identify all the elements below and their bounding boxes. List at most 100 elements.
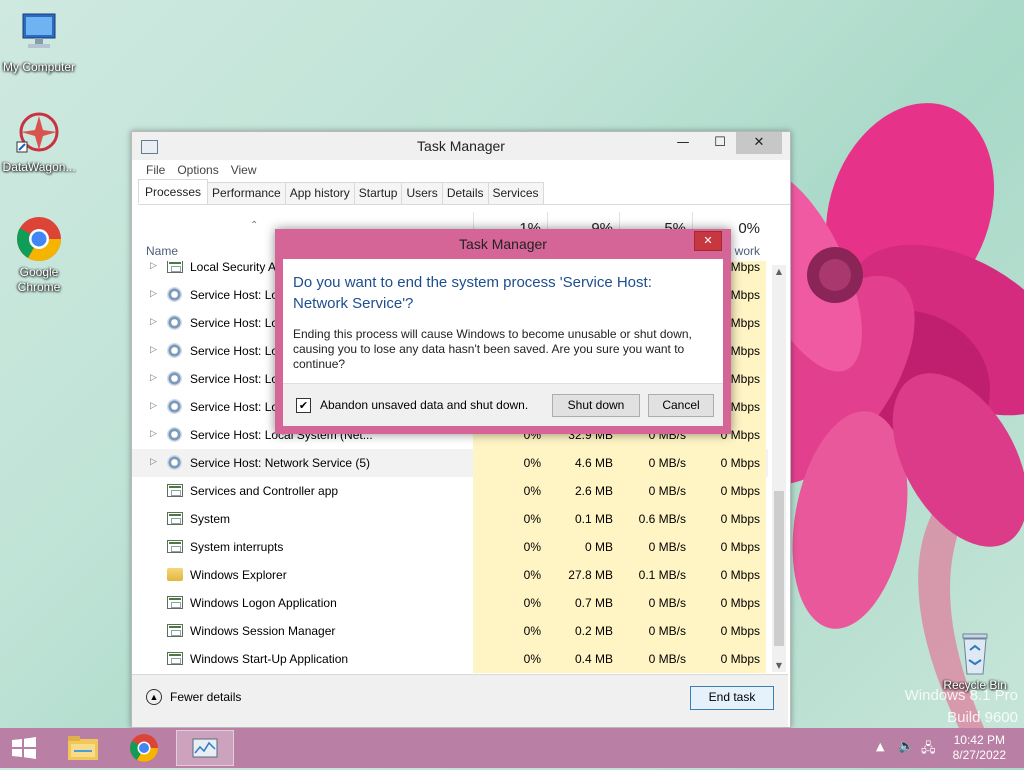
disk-value: 0 MB/s [619, 645, 692, 673]
start-button[interactable] [0, 730, 56, 766]
gear-icon [167, 427, 182, 442]
app-icon [167, 624, 183, 637]
scroll-down-icon[interactable]: ▼ [772, 661, 786, 670]
memory-value: 2.6 MB [547, 477, 619, 505]
network-icon[interactable]: 🖧 [921, 739, 936, 761]
cancel-button[interactable]: Cancel [648, 394, 714, 417]
taskbar-clock[interactable]: 10:42 PM 8/27/2022 [953, 733, 1006, 763]
gear-icon [167, 455, 182, 470]
tab-services[interactable]: Services [487, 182, 544, 204]
show-hidden-icons-icon[interactable]: ▲ [876, 740, 884, 753]
memory-value: 0.4 MB [547, 645, 619, 673]
process-row[interactable]: System 0% 0.1 MB 0.6 MB/s 0 Mbps [132, 505, 768, 533]
desktop-icon-recycle-bin[interactable]: Recycle Bin [935, 630, 1015, 693]
tab-processes[interactable]: Processes [138, 179, 209, 203]
menu-view[interactable]: View [225, 160, 263, 180]
process-name: Windows Session Manager [190, 624, 336, 638]
process-name: System interrupts [190, 540, 284, 554]
process-name: Service Host: Loc [190, 400, 285, 414]
close-button[interactable]: ✕ [736, 132, 782, 154]
expand-arrow-icon[interactable]: ▷ [150, 400, 157, 411]
abandon-data-checkbox[interactable]: ✔ [296, 398, 311, 413]
process-row[interactable]: System interrupts 0% 0 MB 0 MB/s 0 Mbps [132, 533, 768, 561]
process-row[interactable]: Windows Explorer 0% 27.8 MB 0.1 MB/s 0 Mbps [132, 561, 768, 589]
scroll-up-icon[interactable]: ▲ [772, 267, 786, 276]
tab-startup[interactable]: Startup [353, 182, 403, 204]
app-icon [167, 261, 183, 273]
process-name: Windows Explorer [190, 568, 287, 582]
expand-arrow-icon[interactable]: ▷ [150, 288, 157, 299]
expand-arrow-icon[interactable]: ▷ [150, 316, 157, 327]
desktop-icon-my-computer[interactable]: My Computer [0, 10, 79, 75]
menu-file[interactable]: File [140, 160, 171, 180]
desktop-icon-google-chrome[interactable]: Google Chrome [0, 215, 79, 295]
desktop-icon-label: DataWagon... [2, 160, 76, 174]
expand-arrow-icon[interactable]: ▷ [150, 344, 157, 355]
clock-date: 8/27/2022 [952, 748, 1006, 762]
title-bar[interactable]: Task Manager — ☐ ✕ [132, 132, 790, 160]
vertical-scrollbar[interactable]: ▲ ▼ [772, 265, 786, 672]
end-process-dialog: Task Manager ✕ Do you want to end the sy… [275, 229, 731, 434]
dialog-detail-text: Ending this process will cause Windows t… [293, 327, 692, 371]
chrome-icon [15, 215, 63, 263]
computer-icon [15, 10, 63, 58]
column-header-name[interactable]: Name [146, 244, 178, 258]
end-task-button[interactable]: End task [690, 686, 774, 710]
dialog-title: Task Manager [459, 236, 547, 252]
network-value: 0 Mbps [692, 477, 766, 505]
cpu-value: 0% [473, 589, 547, 617]
process-row[interactable]: Services and Controller app 0% 2.6 MB 0 MB/… [132, 477, 768, 505]
gear-icon [167, 399, 182, 414]
process-row[interactable]: ▷ Service Host: Network Service (5) 0% 4.6 … [132, 449, 768, 477]
shut-down-button[interactable]: Shut down [552, 394, 640, 417]
maximize-button[interactable]: ☐ [705, 132, 735, 154]
chevron-up-circle-icon: ▲ [146, 689, 162, 705]
volume-muted-icon[interactable]: 🔈 [898, 739, 914, 754]
network-value: 0 Mbps [692, 561, 766, 589]
process-row[interactable]: Windows Session Manager 0% 0.2 MB 0 MB/s 0 M… [132, 617, 768, 645]
footer-bar: ▲ Fewer details End task [132, 674, 788, 727]
expand-arrow-icon[interactable]: ▷ [150, 428, 157, 439]
expand-arrow-icon[interactable]: ▷ [150, 261, 157, 271]
cpu-value: 0% [473, 617, 547, 645]
network-value: 0 Mbps [692, 505, 766, 533]
process-name: System [190, 512, 231, 526]
memory-value: 0.2 MB [547, 617, 619, 645]
disk-value: 0 MB/s [619, 477, 692, 505]
app-icon [167, 596, 183, 609]
menu-options[interactable]: Options [171, 160, 224, 180]
task-manager-icon [192, 738, 218, 758]
desktop-icon-datawagon[interactable]: DataWagon... [0, 110, 79, 175]
fewer-details-button[interactable]: ▲ Fewer details [146, 689, 241, 705]
disk-value: 0 MB/s [619, 589, 692, 617]
checkbox-label[interactable]: Abandon unsaved data and shut down. [320, 398, 528, 412]
tab-users[interactable]: Users [401, 182, 443, 204]
folder-icon [68, 736, 98, 760]
expand-arrow-icon[interactable]: ▷ [150, 456, 157, 467]
datawagon-icon [15, 110, 63, 158]
minimize-button[interactable]: — [668, 132, 698, 154]
process-name: Windows Logon Application [190, 596, 337, 610]
scroll-thumb[interactable] [774, 491, 784, 646]
disk-value: 0.1 MB/s [619, 561, 692, 589]
chrome-icon [130, 734, 158, 762]
process-row[interactable]: Windows Logon Application 0% 0.7 MB 0 MB/s 0… [132, 589, 768, 617]
network-value: 0 Mbps [692, 589, 766, 617]
menu-bar: File Options View [132, 160, 790, 180]
app-icon [167, 540, 183, 553]
disk-value: 0 MB/s [619, 533, 692, 561]
taskbar-chrome[interactable] [116, 730, 172, 766]
tab-app-history[interactable]: App history [284, 182, 355, 204]
dialog-close-button[interactable]: ✕ [694, 231, 722, 251]
cpu-value: 0% [473, 561, 547, 589]
expand-arrow-icon[interactable]: ▷ [150, 372, 157, 383]
tab-details[interactable]: Details [441, 182, 489, 204]
memory-value: 27.8 MB [547, 561, 619, 589]
cpu-value: 0% [473, 477, 547, 505]
taskbar-file-explorer[interactable] [56, 730, 112, 766]
tab-performance[interactable]: Performance [207, 182, 286, 204]
memory-value: 0.7 MB [547, 589, 619, 617]
process-name: Local Security Au [190, 261, 283, 274]
taskbar-task-manager[interactable] [176, 730, 234, 766]
process-row[interactable]: Windows Start-Up Application 0% 0.4 MB 0 MB… [132, 645, 768, 673]
